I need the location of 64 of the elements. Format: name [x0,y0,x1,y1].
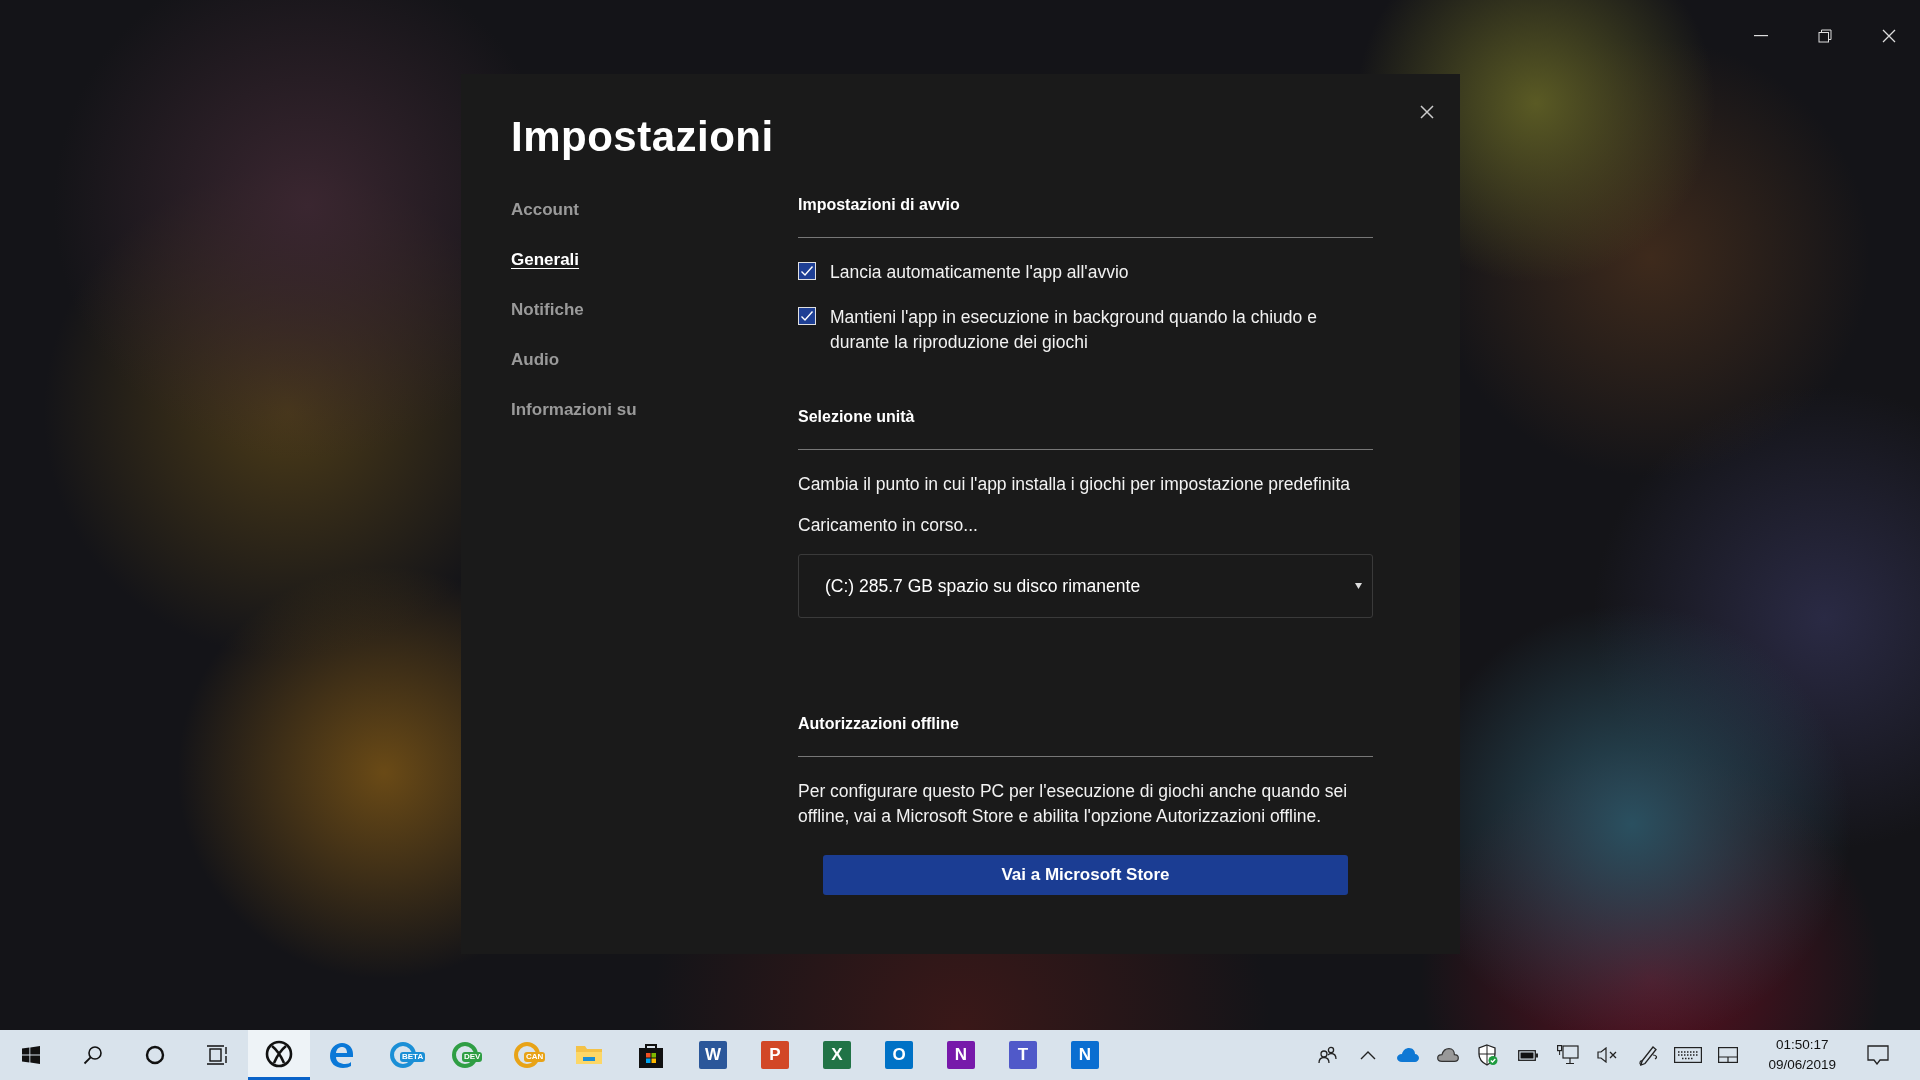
nav-link[interactable]: Account [511,199,579,221]
store-button[interactable]: Vai a Microsoft Store [823,855,1348,895]
checkbox-label: Lancia automaticamente l'app all'avvio [830,261,1129,284]
windows-icon [22,1046,40,1064]
dialog-title: Impostazioni [511,112,775,162]
restore-icon[interactable] [1818,29,1832,43]
taskbar-button[interactable] [248,1030,310,1080]
cloud-icon[interactable] [1437,1048,1460,1062]
edge-icon [451,1041,479,1069]
app-tile-icon: P [761,1041,789,1069]
taskbar-button[interactable]: X [806,1030,868,1080]
taskbar-button[interactable]: T [992,1030,1054,1080]
app-tile-icon: N [1071,1041,1099,1069]
taskbar-button[interactable]: BETA [372,1030,434,1080]
close-icon[interactable] [1419,104,1435,120]
touchpad-icon[interactable] [1718,1047,1739,1063]
nav-link[interactable]: Informazioni su [511,399,637,421]
section-heading: Autorizzazioni offline [798,714,959,734]
taskbar-button[interactable]: P [744,1030,806,1080]
taskbar-button[interactable]: O [868,1030,930,1080]
network-icon[interactable] [1557,1045,1580,1065]
section-heading: Selezione unità [798,407,915,427]
section-heading: Impostazioni di avvio [798,195,960,215]
keyboard-icon[interactable] [1674,1047,1703,1063]
taskbar-button[interactable]: W [682,1030,744,1080]
close-icon[interactable] [1882,29,1896,43]
checkbox[interactable] [798,307,816,325]
clock[interactable]: 01:50:17 09/06/2019 [1768,1035,1836,1075]
shield-icon[interactable] [1478,1044,1499,1066]
app-tile-icon: T [1009,1041,1037,1069]
badge-label: DEV [462,1052,483,1062]
minimize-icon[interactable] [1754,35,1768,37]
edge-icon [328,1042,354,1068]
taskbar-button[interactable]: N [930,1030,992,1080]
nav-link[interactable]: Notifiche [511,299,584,321]
folder-icon [576,1044,602,1066]
edge-icon [513,1041,541,1069]
circle-icon [145,1045,165,1065]
people-icon[interactable] [1318,1046,1339,1064]
checkbox[interactable] [798,262,816,280]
loading-text: Caricamento in corso... [798,514,978,537]
nav-link[interactable]: Audio [511,349,560,371]
nav-link[interactable]: Generali [511,249,580,271]
chevron-up-icon[interactable] [1360,1050,1377,1060]
badge-label: CAN [524,1052,546,1062]
app-tile-icon: W [699,1041,727,1069]
shopping-bag-icon [638,1042,664,1068]
app-tile-icon: N [947,1041,975,1069]
search-icon [83,1045,103,1065]
pen-icon[interactable] [1637,1044,1660,1066]
description-text: Cambia il punto in cui l'app installa i giochi per impostazione predefinita [798,473,1350,496]
app-tile-icon: X [823,1041,851,1069]
taskbar-button[interactable]: N [1054,1030,1116,1080]
notification-icon[interactable] [1867,1045,1889,1065]
description-text: Per configurare questo PC per l'esecuzione di giochi anche quando sei offline, vai a Microsoft Store e abilita l'opzione Autorizzazioni offline. [798,780,1349,828]
xbox-logo-icon [265,1039,293,1068]
app-tile-icon: O [885,1041,913,1069]
checkbox-label: Mantieni l'app in esecuzione in background quando la chiudo e durante la riproduzione dei giochi [830,306,1318,354]
battery-icon[interactable] [1518,1049,1539,1061]
caret-icon [1355,583,1362,589]
badge-label: BETA [400,1052,426,1062]
taskbar-button[interactable]: DEV [434,1030,496,1080]
drive-dropdown[interactable]: (C:) 285.7 GB spazio su disco rimanente [798,554,1373,618]
task-view-icon [206,1045,228,1065]
